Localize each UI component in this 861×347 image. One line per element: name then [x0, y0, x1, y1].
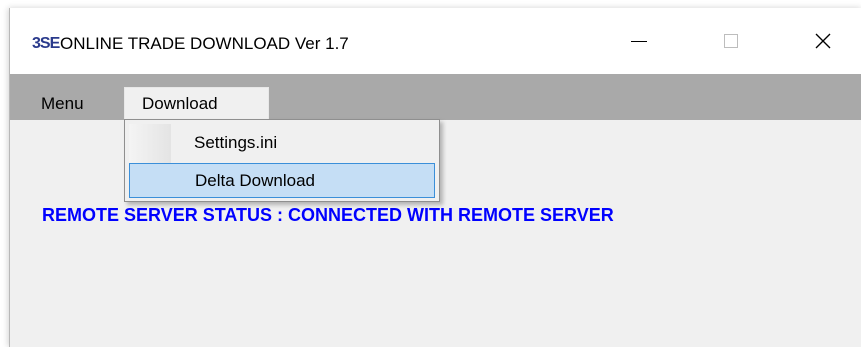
menu-menu[interactable]: Menu [31, 88, 94, 120]
download-dropdown-menu: Settings.ini Delta Download [124, 119, 440, 202]
minimize-icon [631, 40, 647, 42]
title-bar[interactable]: 3SE ONLINE TRADE DOWNLOAD Ver 1.7 [10, 8, 861, 74]
menu-item-delta-download[interactable]: Delta Download [129, 163, 435, 198]
bse-logo-icon: 3SE [32, 35, 60, 52]
close-icon [815, 33, 831, 49]
minimize-button[interactable] [593, 8, 685, 74]
menu-bar: Menu Download [10, 74, 861, 120]
remote-server-status: REMOTE SERVER STATUS : CONNECTED WITH RE… [42, 205, 614, 225]
maximize-button[interactable] [685, 8, 777, 74]
menu-download[interactable]: Download [124, 87, 269, 120]
window-title: ONLINE TRADE DOWNLOAD Ver 1.7 [60, 34, 349, 53]
close-button[interactable] [777, 8, 861, 74]
menu-item-settings-ini[interactable]: Settings.ini [129, 126, 435, 161]
app-window: 3SE ONLINE TRADE DOWNLOAD Ver 1.7 Menu D… [9, 8, 861, 347]
maximize-icon [724, 34, 738, 48]
